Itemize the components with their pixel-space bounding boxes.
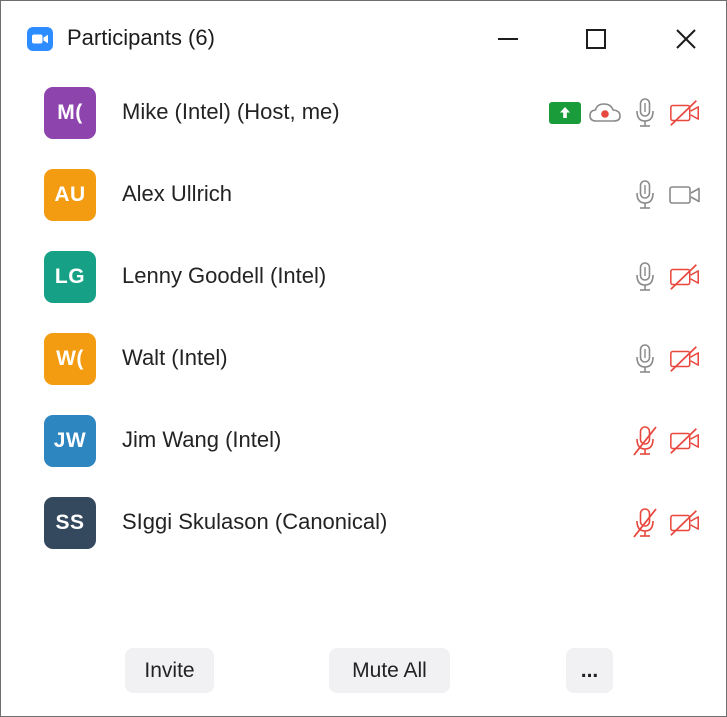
screen-share-icon bbox=[548, 96, 582, 130]
microphone-icon[interactable] bbox=[628, 178, 662, 212]
participant-name: SIggi Skulason (Canonical) bbox=[122, 509, 388, 534]
maximize-icon bbox=[586, 29, 606, 49]
more-options-button[interactable]: ... bbox=[566, 648, 613, 693]
participant-row[interactable]: SS SIggi Skulason (Canonical) bbox=[1, 491, 726, 573]
participant-row[interactable]: W( Walt (Intel) bbox=[1, 327, 726, 409]
avatar: JW bbox=[44, 415, 96, 467]
title-bar: Participants (6) bbox=[1, 1, 726, 77]
participant-row[interactable]: JW Jim Wang (Intel) bbox=[1, 409, 726, 491]
microphone-icon[interactable] bbox=[628, 342, 662, 376]
video-camera-icon[interactable] bbox=[668, 178, 702, 212]
participants-window: Participants (6) M( Mike (Intel) (Host, m… bbox=[0, 0, 727, 717]
close-button[interactable] bbox=[661, 19, 711, 59]
participant-row[interactable]: LG Lenny Goodell (Intel) bbox=[1, 245, 726, 327]
participant-status-icons bbox=[542, 95, 702, 131]
participant-name: Mike (Intel) (Host, me) bbox=[122, 99, 340, 124]
zoom-app-icon bbox=[27, 27, 53, 51]
participant-status-icons bbox=[622, 259, 702, 295]
maximize-button[interactable] bbox=[571, 19, 621, 59]
avatar: SS bbox=[44, 497, 96, 549]
avatar: LG bbox=[44, 251, 96, 303]
video-camera-off-icon[interactable] bbox=[668, 260, 702, 294]
microphone-muted-icon[interactable] bbox=[628, 424, 662, 458]
video-camera-off-icon[interactable] bbox=[668, 96, 702, 130]
window-title: Participants (6) bbox=[67, 25, 215, 50]
close-icon bbox=[676, 29, 696, 49]
avatar: W( bbox=[44, 333, 96, 385]
microphone-icon[interactable] bbox=[628, 260, 662, 294]
participant-name: Lenny Goodell (Intel) bbox=[122, 263, 327, 288]
participant-row[interactable]: M( Mike (Intel) (Host, me) bbox=[1, 81, 726, 163]
minimize-button[interactable] bbox=[483, 19, 533, 59]
microphone-icon[interactable] bbox=[628, 96, 662, 130]
video-camera-off-icon[interactable] bbox=[668, 342, 702, 376]
participant-name: Jim Wang (Intel) bbox=[122, 427, 282, 452]
avatar: M( bbox=[44, 87, 96, 139]
minimize-icon bbox=[498, 38, 518, 40]
participant-status-icons bbox=[622, 177, 702, 213]
avatar: AU bbox=[44, 169, 96, 221]
video-camera-off-icon[interactable] bbox=[668, 424, 702, 458]
participant-status-icons bbox=[622, 341, 702, 377]
participant-status-icons bbox=[622, 423, 702, 459]
participant-row[interactable]: AU Alex Ullrich bbox=[1, 163, 726, 245]
cloud-recording-icon bbox=[588, 96, 622, 130]
invite-button[interactable]: Invite bbox=[125, 648, 214, 693]
video-camera-off-icon[interactable] bbox=[668, 506, 702, 540]
participant-status-icons bbox=[622, 505, 702, 541]
mute-all-button[interactable]: Mute All bbox=[329, 648, 450, 693]
participant-name: Alex Ullrich bbox=[122, 181, 233, 206]
participant-name: Walt (Intel) bbox=[122, 345, 228, 370]
microphone-muted-icon[interactable] bbox=[628, 506, 662, 540]
